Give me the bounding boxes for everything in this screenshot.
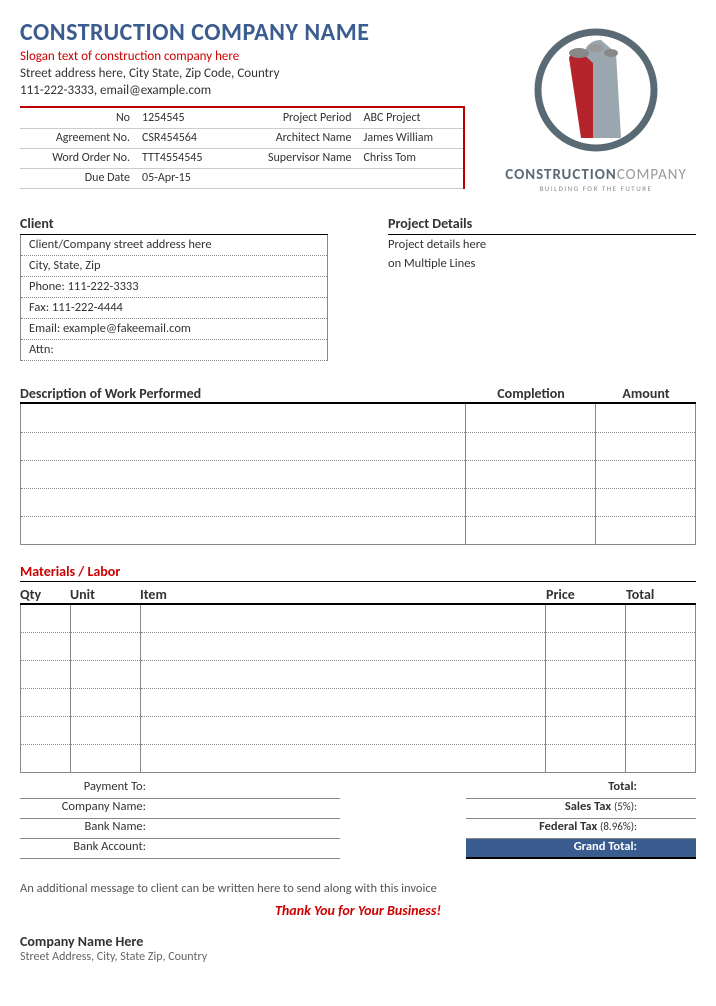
col-price: Price — [546, 586, 626, 603]
supervisor-value: Chriss Tom — [358, 148, 464, 168]
work-table — [20, 404, 696, 545]
logo-brand-bold: CONSTRUCTION — [505, 166, 617, 184]
payment-account-label: Bank Account: — [20, 839, 150, 858]
client-line: City, State, Zip — [21, 256, 327, 277]
project-details-title: Project Details — [388, 215, 696, 235]
col-qty: Qty — [20, 586, 70, 603]
materials-table — [20, 605, 696, 774]
no-value: 1254545 — [136, 108, 241, 128]
total-label: Total: — [608, 779, 637, 794]
client-line: Fax: 111-222-4444 — [21, 298, 327, 319]
col-unit: Unit — [70, 586, 140, 603]
architect-label: Architect Name — [241, 128, 357, 148]
project-details-box: Project Details Project details here on … — [388, 215, 696, 361]
no-label: No — [20, 108, 136, 128]
footer-company-name: Company Name Here — [20, 933, 696, 950]
work-col-completion: Completion — [466, 385, 596, 402]
federal-tax-pct: (8.96%): — [600, 820, 637, 833]
sales-tax-label: Sales Tax — [565, 799, 611, 814]
client-line: Email: example@fakeemail.com — [21, 319, 327, 340]
col-item: Item — [140, 586, 546, 603]
materials-table-header: Qty Unit Item Price Total — [20, 586, 696, 605]
payment-bank-label: Bank Name: — [20, 819, 150, 838]
work-table-header: Description of Work Performed Completion… — [20, 385, 696, 404]
company-logo: CONSTRUCTIONCOMPANY BUILDING FOR THE FUT… — [496, 18, 696, 193]
logo-brand-text: CONSTRUCTIONCOMPANY — [496, 166, 696, 184]
agreement-label: Agreement No. — [20, 128, 136, 148]
payment-box: Payment To: Company Name: Bank Name: Ban… — [20, 779, 340, 859]
client-line: Client/Company street address here — [21, 235, 327, 256]
company-name: CONSTRUCTION COMPANY NAME — [20, 18, 496, 47]
due-date-value: 05-Apr-15 — [136, 168, 241, 188]
word-order-value: TTT4554545 — [136, 148, 241, 168]
meta-box: No 1254545 Project Period ABC Project Ag… — [20, 106, 465, 189]
client-title: Client — [20, 215, 328, 235]
agreement-value: CSR454564 — [136, 128, 241, 148]
project-details-line: on Multiple Lines — [388, 254, 696, 273]
project-details-line: Project details here — [388, 235, 696, 254]
payment-company-label: Company Name: — [20, 799, 150, 818]
logo-tagline: BUILDING FOR THE FUTURE — [496, 184, 696, 193]
supervisor-label: Supervisor Name — [241, 148, 357, 168]
company-address: Street address here, City State, Zip Cod… — [20, 66, 496, 81]
client-box: Client Client/Company street address her… — [20, 215, 328, 361]
payment-to-label: Payment To: — [20, 779, 150, 798]
company-slogan: Slogan text of construction company here — [20, 49, 496, 64]
building-logo-icon — [521, 18, 671, 158]
totals-box: Total: Sales Tax (5%): Federal Tax (8.96… — [466, 779, 696, 859]
due-date-label: Due Date — [20, 168, 136, 188]
footer-company-address: Street Address, City, State Zip, Country — [20, 950, 696, 964]
period-value: ABC Project — [358, 108, 464, 128]
sales-tax-pct: (5%): — [614, 800, 637, 813]
period-label: Project Period — [241, 108, 357, 128]
logo-brand-light: COMPANY — [617, 166, 687, 184]
company-contact: 111-222-3333, email@example.com — [20, 83, 496, 98]
work-col-description: Description of Work Performed — [20, 385, 466, 402]
client-line: Phone: 111-222-3333 — [21, 277, 327, 298]
grand-total-label: Grand Total: — [466, 839, 641, 857]
word-order-label: Word Order No. — [20, 148, 136, 168]
col-total: Total — [626, 586, 696, 603]
work-col-amount: Amount — [596, 385, 696, 402]
materials-title: Materials / Labor — [20, 563, 696, 582]
federal-tax-label: Federal Tax — [539, 819, 597, 834]
architect-value: James William — [358, 128, 464, 148]
thank-you-message: Thank You for Your Business! — [20, 902, 696, 919]
footer-message: An additional message to client can be w… — [20, 881, 696, 896]
client-line: Attn: — [21, 340, 327, 361]
